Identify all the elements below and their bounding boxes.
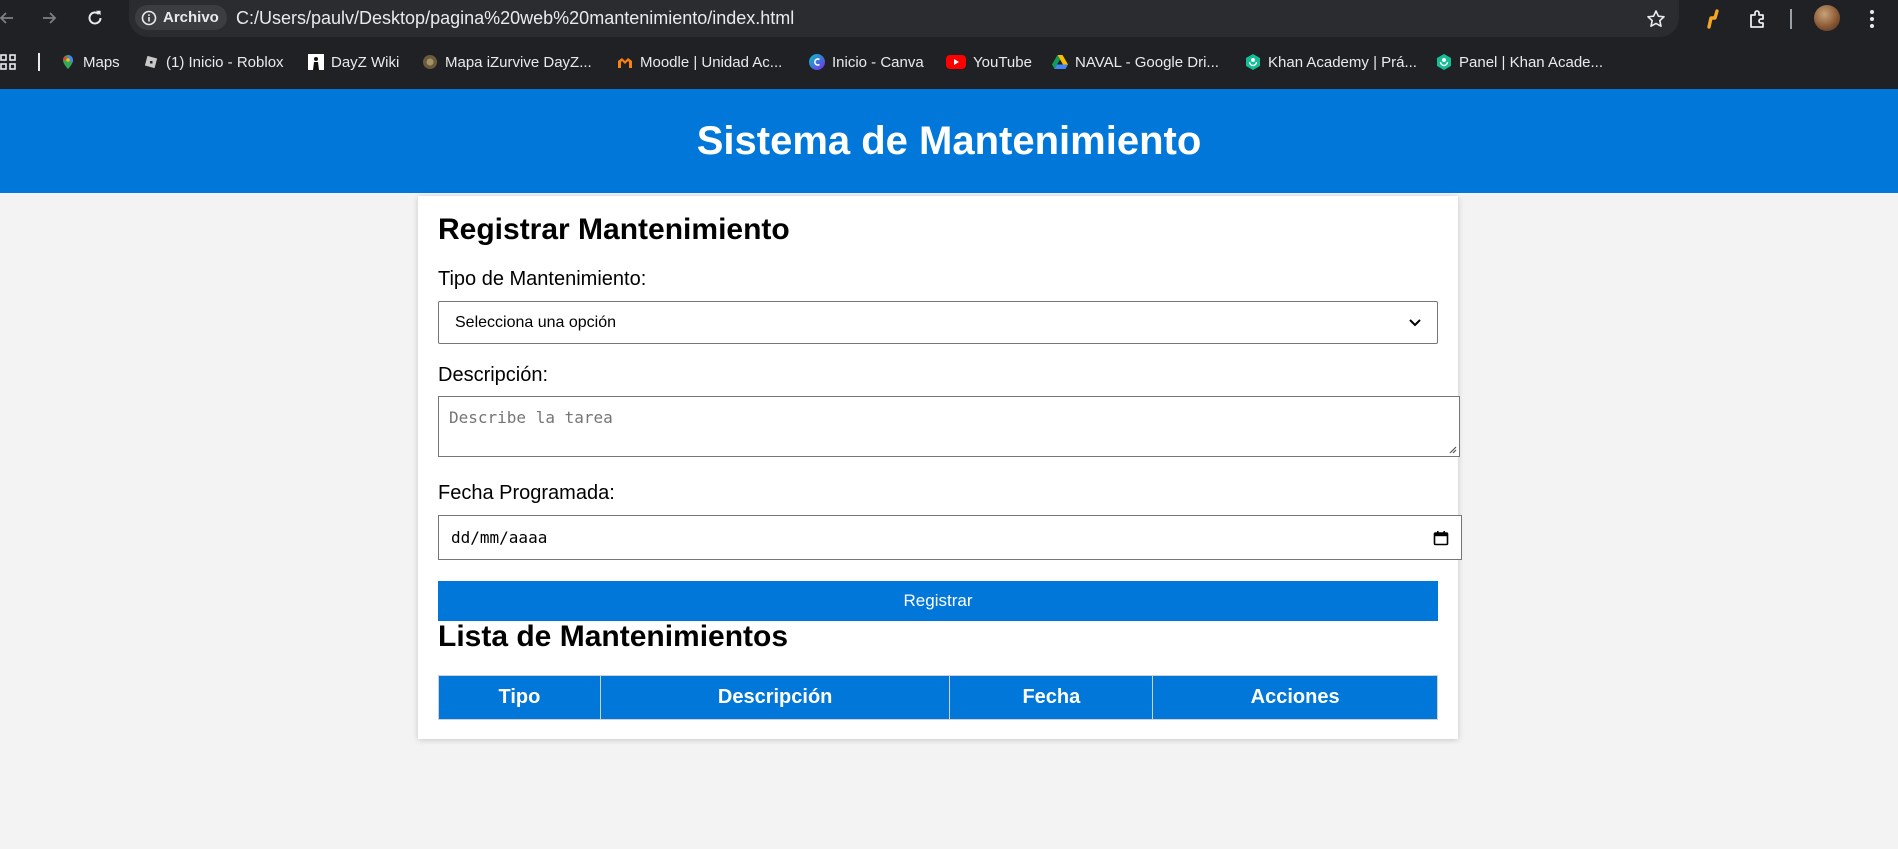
form-title: Registrar Mantenimiento bbox=[438, 213, 790, 246]
chevron-down-icon bbox=[1409, 318, 1421, 326]
bookmark-canva[interactable]: Inicio - Canva bbox=[809, 51, 924, 73]
bookmark-dayz-wiki[interactable]: DayZ Wiki bbox=[308, 51, 399, 73]
apps-grid-icon bbox=[0, 54, 16, 70]
date-label: Fecha Programada: bbox=[438, 482, 615, 504]
moodle-icon bbox=[617, 54, 633, 70]
bookmarks-divider bbox=[38, 53, 40, 71]
google-drive-icon bbox=[1052, 54, 1068, 70]
youtube-icon bbox=[946, 54, 966, 70]
bookmark-moodle[interactable]: Moodle | Unidad Ac... bbox=[617, 51, 782, 73]
pipette-extension-icon bbox=[1707, 9, 1719, 29]
site-info-chip[interactable]: Archivo bbox=[135, 5, 227, 30]
extension-button[interactable] bbox=[1699, 5, 1727, 33]
reload-button[interactable] bbox=[82, 6, 108, 30]
roblox-icon bbox=[143, 54, 159, 70]
scheduled-date-input[interactable]: dd/mm/aaaa bbox=[438, 515, 1462, 560]
reload-icon bbox=[88, 10, 102, 25]
bookmark-maps[interactable]: Maps bbox=[60, 51, 120, 73]
main-card: Registrar Mantenimiento Tipo de Mantenim… bbox=[418, 196, 1462, 739]
maintenance-type-select[interactable]: Selecciona una opción bbox=[438, 301, 1438, 344]
description-label: Descripción: bbox=[438, 364, 549, 386]
toolbar-divider bbox=[1790, 9, 1792, 29]
column-header-actions: Acciones bbox=[1152, 675, 1438, 720]
calendar-icon[interactable] bbox=[1433, 530, 1449, 546]
izurvive-icon bbox=[422, 54, 438, 70]
star-icon bbox=[1647, 10, 1665, 27]
maintenance-table: Tipo Descripción Fecha Acciones bbox=[438, 675, 1438, 720]
info-icon bbox=[141, 10, 157, 25]
canva-icon bbox=[809, 54, 825, 70]
list-title: Lista de Mantenimientos bbox=[438, 620, 789, 653]
bookmark-khan-panel[interactable]: Panel | Khan Acade... bbox=[1436, 51, 1603, 73]
extensions-menu-button[interactable] bbox=[1744, 5, 1772, 33]
table-header-row: Tipo Descripción Fecha Acciones bbox=[438, 675, 1438, 720]
apps-button[interactable] bbox=[0, 51, 16, 73]
bookmarks-bar: Maps (1) Inicio - Roblox DayZ Wiki Mapa … bbox=[0, 37, 1898, 89]
page-title: Sistema de Mantenimiento bbox=[696, 118, 1202, 163]
dayz-icon bbox=[308, 54, 324, 70]
bookmark-khan-academy[interactable]: Khan Academy | Prá... bbox=[1245, 51, 1417, 73]
url-text[interactable]: C:/Users/paulv/Desktop/pagina%20web%20ma… bbox=[236, 8, 794, 29]
forward-button[interactable] bbox=[36, 6, 62, 30]
bookmark-google-drive[interactable]: NAVAL - Google Dri... bbox=[1052, 51, 1219, 73]
bookmark-star-button[interactable] bbox=[1643, 6, 1669, 32]
kebab-menu-icon bbox=[1870, 10, 1874, 28]
maps-pin-icon bbox=[60, 54, 76, 70]
forward-arrow-icon bbox=[43, 12, 57, 24]
puzzle-icon bbox=[1750, 10, 1764, 28]
khan-academy-icon bbox=[1245, 54, 1261, 70]
bookmark-roblox[interactable]: (1) Inicio - Roblox bbox=[143, 51, 284, 73]
back-button[interactable] bbox=[0, 6, 20, 30]
description-textarea[interactable]: Describe la tarea bbox=[438, 396, 1460, 457]
back-arrow-icon bbox=[0, 12, 13, 24]
select-value: Selecciona una opción bbox=[455, 313, 617, 331]
register-button[interactable]: Registrar bbox=[438, 581, 1438, 621]
address-bar[interactable]: Archivo C:/Users/paulv/Desktop/pagina%20… bbox=[129, 0, 1679, 37]
date-placeholder: dd/mm/aaaa bbox=[451, 528, 548, 547]
profile-avatar[interactable] bbox=[1814, 5, 1840, 31]
bookmark-youtube[interactable]: YouTube bbox=[946, 51, 1032, 73]
column-header-description: Descripción bbox=[599, 675, 951, 720]
page-header: Sistema de Mantenimiento bbox=[0, 89, 1898, 193]
resize-handle-icon[interactable] bbox=[1447, 444, 1457, 454]
description-placeholder: Describe la tarea bbox=[449, 408, 613, 427]
browser-menu-button[interactable] bbox=[1858, 5, 1886, 33]
bookmark-izurvive[interactable]: Mapa iZurvive DayZ... bbox=[422, 51, 592, 73]
column-header-date: Fecha bbox=[949, 675, 1154, 720]
type-label: Tipo de Mantenimiento: bbox=[438, 268, 647, 290]
browser-toolbar: Archivo C:/Users/paulv/Desktop/pagina%20… bbox=[0, 0, 1898, 37]
column-header-type: Tipo bbox=[438, 675, 601, 720]
khan-academy-icon bbox=[1436, 54, 1452, 70]
site-chip-label: Archivo bbox=[163, 9, 219, 26]
